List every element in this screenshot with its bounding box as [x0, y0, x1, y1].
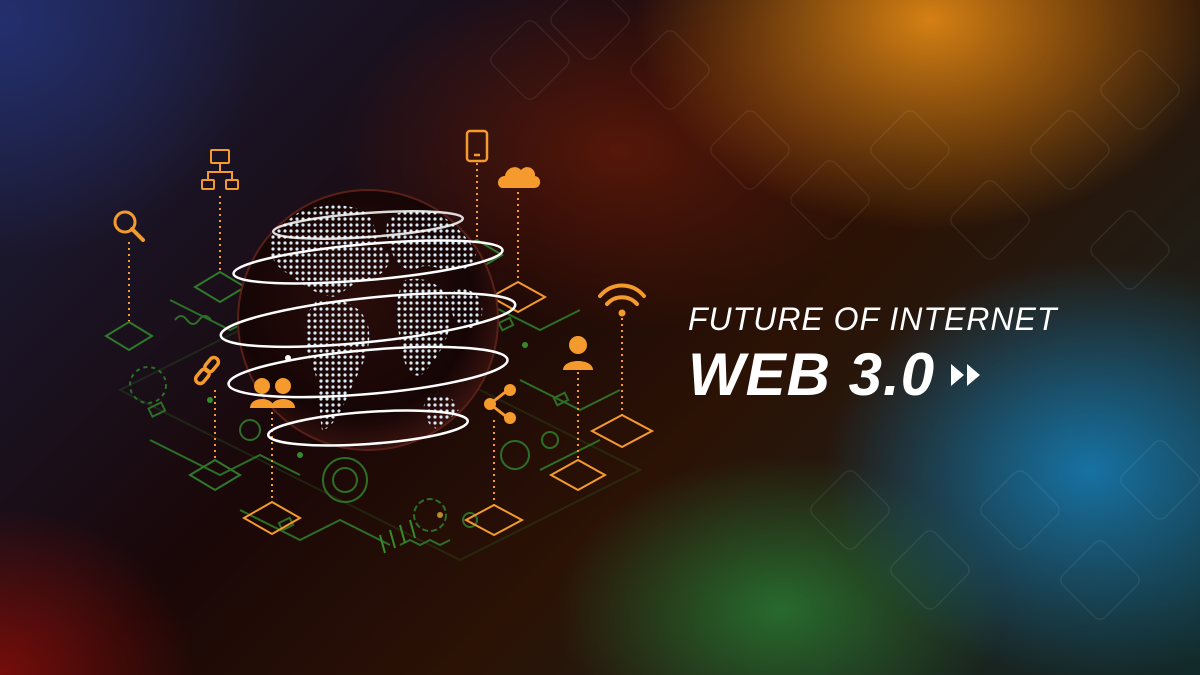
user-icon	[563, 336, 593, 370]
headline: FUTURE OF INTERNET WEB 3.0	[688, 300, 1188, 410]
wifi-icon	[598, 283, 646, 317]
link-icon	[193, 355, 221, 386]
share-icon	[484, 384, 516, 424]
web3-banner: FUTURE OF INTERNET WEB 3.0	[0, 0, 1200, 675]
cloud-icon	[497, 167, 541, 188]
fast-forward-icon	[951, 364, 981, 386]
globe-icon	[219, 189, 517, 451]
magnifier-icon	[113, 210, 145, 242]
network-icon	[201, 149, 239, 190]
subtitle: FUTURE OF INTERNET	[688, 301, 1058, 337]
tablet-icon	[465, 129, 489, 163]
title-row: WEB 3.0	[688, 340, 1188, 410]
title: WEB 3.0	[688, 341, 936, 408]
